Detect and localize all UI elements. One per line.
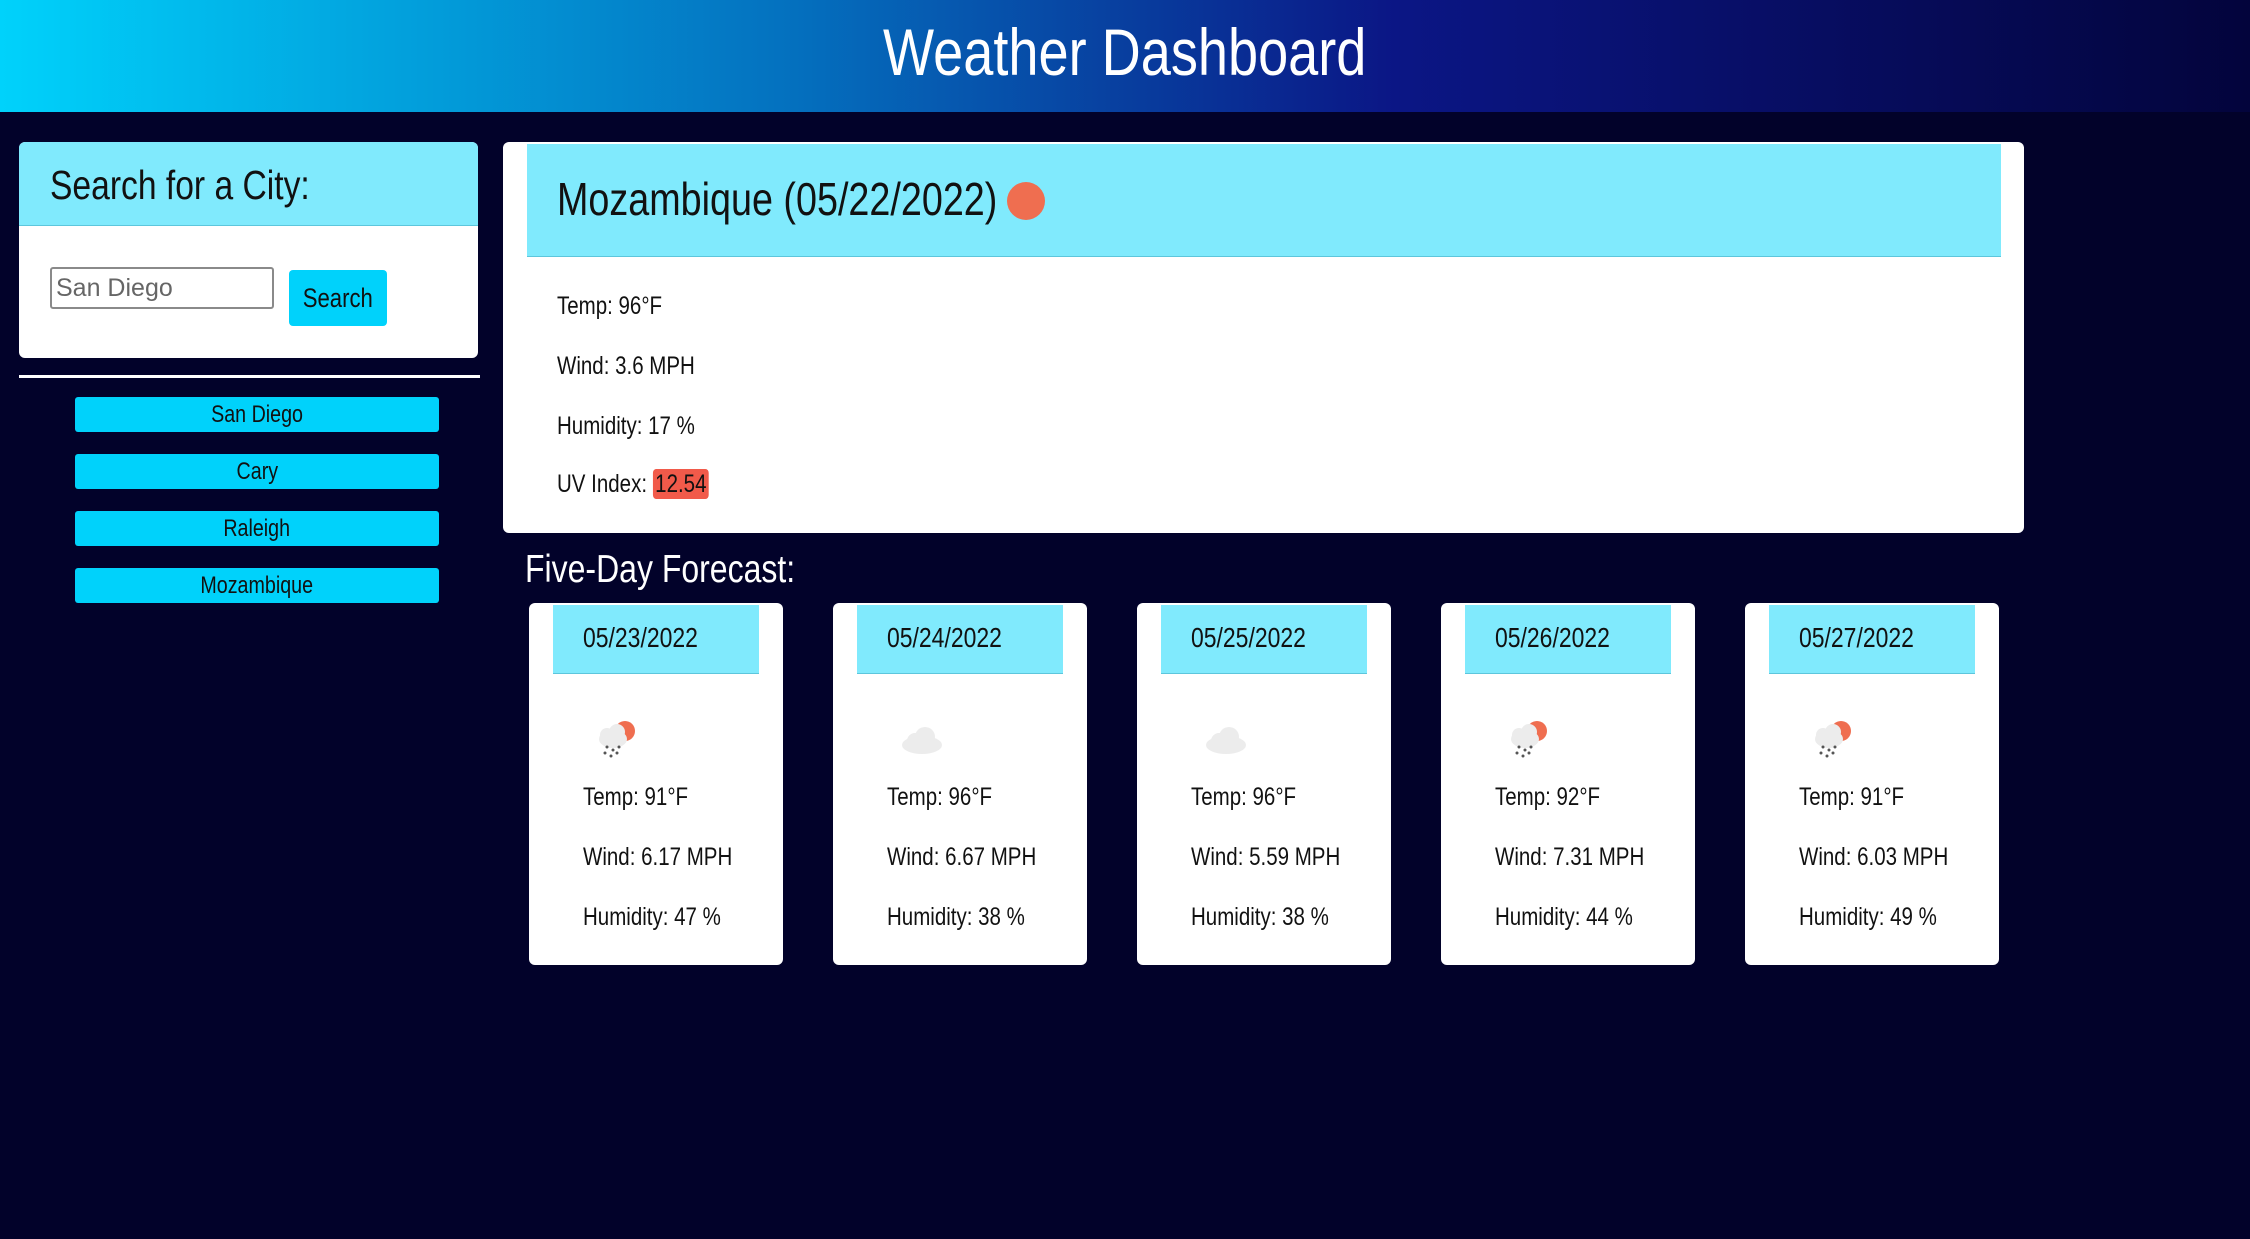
forecast-date: 05/23/2022 (583, 622, 698, 653)
forecast-humidity: Humidity: 47 % (583, 903, 721, 931)
forecast-temp: Temp: 96°F (1191, 783, 1297, 811)
forecast-temp: Temp: 91°F (583, 783, 689, 811)
current-temp: Temp: 96°F (557, 292, 663, 320)
forecast-card-header: 05/24/2022 (857, 605, 1063, 674)
forecast-humidity: Humidity: 38 % (887, 903, 1025, 931)
page-title: Weather Dashboard (883, 15, 1367, 89)
history-button-raleigh[interactable]: Raleigh (75, 511, 439, 546)
search-history-list: San Diego Cary Raleigh Mozambique (75, 397, 439, 625)
forecast-date: 05/27/2022 (1799, 622, 1914, 653)
history-button-san-diego[interactable]: San Diego (75, 397, 439, 432)
forecast-date: 05/24/2022 (887, 622, 1002, 653)
page-header: Weather Dashboard (0, 0, 2250, 112)
forecast-temp: Temp: 92°F (1495, 783, 1601, 811)
search-panel: Search for a City: Search (19, 142, 478, 358)
cloud-icon (902, 727, 942, 754)
history-button-mozambique[interactable]: Mozambique (75, 568, 439, 603)
forecast-humidity: Humidity: 49 % (1799, 903, 1937, 931)
city-search-input[interactable] (50, 267, 274, 309)
forecast-date: 05/26/2022 (1495, 622, 1610, 653)
forecast-date: 05/25/2022 (1191, 622, 1306, 653)
sun-icon (1007, 182, 1045, 220)
forecast-temp: Temp: 96°F (887, 783, 993, 811)
rain-sun-icon (1511, 721, 1547, 758)
current-wind: Wind: 3.6 MPH (557, 352, 695, 380)
forecast-card-header: 05/23/2022 (553, 605, 759, 674)
forecast-wind: Wind: 6.03 MPH (1799, 843, 1949, 871)
forecast-card: 05/24/2022 Temp: 96°F Wind: 6.67 MPH Hum… (833, 603, 1087, 965)
search-button[interactable]: Search (289, 270, 387, 326)
forecast-wind: Wind: 7.31 MPH (1495, 843, 1645, 871)
forecast-card: 05/25/2022 Temp: 96°F Wind: 5.59 MPH Hum… (1137, 603, 1391, 965)
cloud-icon (1206, 727, 1246, 754)
current-humidity: Humidity: 17 % (557, 412, 695, 440)
forecast-card: 05/27/2022 Temp: 91°F Wind: 6.03 MPH Hum… (1745, 603, 1999, 965)
forecast-temp: Temp: 91°F (1799, 783, 1905, 811)
uv-index-badge: 12.54 (652, 469, 709, 499)
history-button-cary[interactable]: Cary (75, 454, 439, 489)
current-weather-header: Mozambique (05/22/2022) (527, 144, 2001, 257)
rain-sun-icon (599, 721, 635, 758)
search-panel-header: Search for a City: (19, 142, 478, 226)
search-heading: Search for a City: (50, 162, 310, 208)
forecast-card-header: 05/25/2022 (1161, 605, 1367, 674)
forecast-humidity: Humidity: 44 % (1495, 903, 1633, 931)
forecast-card: 05/26/2022 Temp: 92°F Wind: 7.31 MPH Hum… (1441, 603, 1695, 965)
forecast-wind: Wind: 6.17 MPH (583, 843, 733, 871)
forecast-humidity: Humidity: 38 % (1191, 903, 1329, 931)
forecast-card: 05/23/2022 Temp: 91°F Wind: 6.17 MPH Hum… (529, 603, 783, 965)
current-city-title: Mozambique (05/22/2022) (557, 173, 998, 225)
uv-label: UV Index: (557, 470, 648, 498)
forecast-card-header: 05/26/2022 (1465, 605, 1671, 674)
forecast-heading: Five-Day Forecast: (525, 548, 796, 591)
forecast-card-header: 05/27/2022 (1769, 605, 1975, 674)
current-uv: UV Index: 12.54 (557, 469, 742, 499)
rain-sun-icon (1815, 721, 1851, 758)
forecast-wind: Wind: 6.67 MPH (887, 843, 1037, 871)
history-divider (19, 375, 480, 378)
forecast-wind: Wind: 5.59 MPH (1191, 843, 1341, 871)
current-weather-card: Mozambique (05/22/2022) Temp: 96°F Wind:… (503, 142, 2024, 533)
